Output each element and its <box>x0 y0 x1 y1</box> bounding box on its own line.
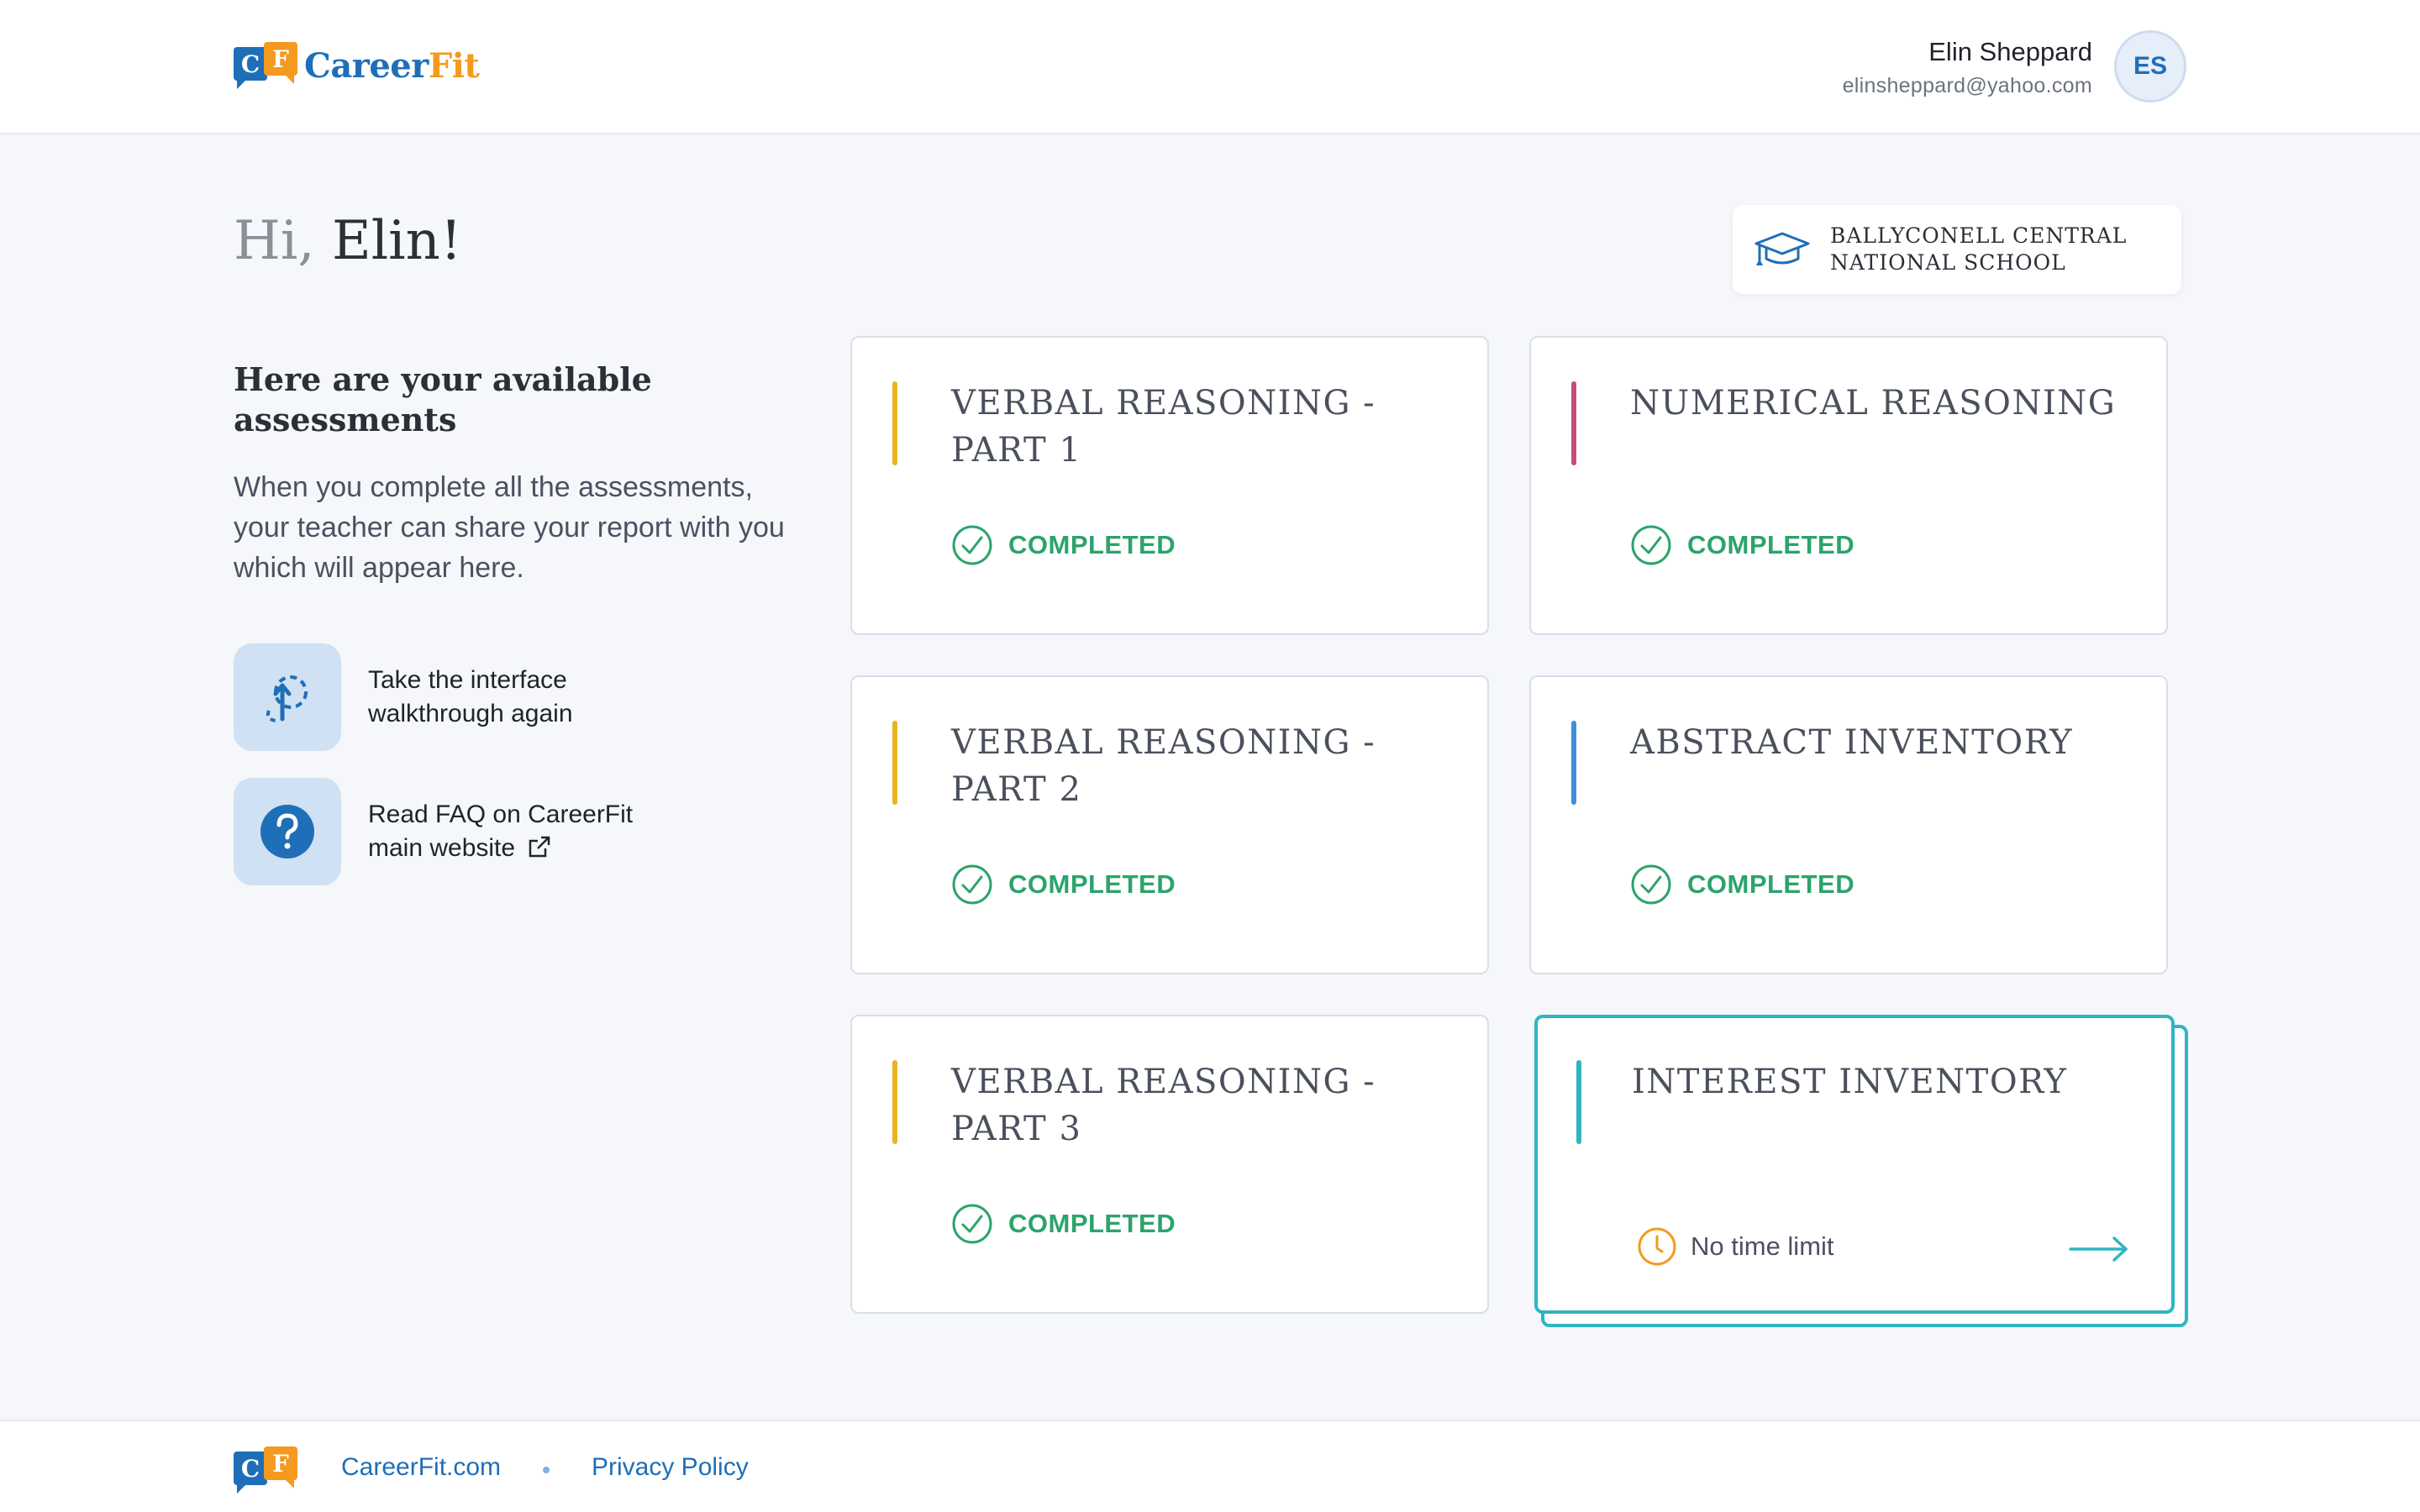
faq-action[interactable]: Read FAQ on CareerFit main website <box>234 778 687 885</box>
card-status-text: COMPLETED <box>1687 869 1855 899</box>
assessment-card-verbal-1[interactable]: VERBAL REASONING - PART 1 COMPLETED <box>850 336 1489 635</box>
school-badge: BALLYCONELL CENTRAL NATIONAL SCHOOL <box>1733 205 2181 294</box>
logo-c: C <box>234 47 267 89</box>
assessment-card-interest[interactable]: INTEREST INVENTORY No time limit <box>1534 1015 2175 1314</box>
user-info: Elin Sheppard elinsheppard@yahoo.com <box>1843 37 2092 98</box>
assessment-card-abstract[interactable]: ABSTRACT INVENTORY COMPLETED <box>1529 675 2168 974</box>
walkthrough-action[interactable]: Take the interface walkthrough again <box>234 643 687 751</box>
card-accent-bar <box>1571 381 1576 465</box>
greeting: Hi, Elin! <box>234 210 462 272</box>
logo-mark: C F <box>234 42 301 89</box>
card-title: VERBAL REASONING - PART 2 <box>951 723 1376 809</box>
card-title: VERBAL REASONING - PART 1 <box>951 384 1376 470</box>
card-time-text: No time limit <box>1691 1231 1834 1261</box>
card-time: No time limit <box>1637 1226 1834 1267</box>
logo-text-career: Career <box>304 45 429 86</box>
logo-c: C <box>234 1452 267 1494</box>
intro-text: When you complete all the assessments, y… <box>234 471 785 584</box>
graduation-cap-icon <box>1754 232 1810 265</box>
faq-tile[interactable] <box>234 778 341 885</box>
footer: C F CareerFit.com Privacy Policy <box>0 1420 2420 1512</box>
card-status: COMPLETED <box>951 524 1176 566</box>
card-status-text: COMPLETED <box>1008 869 1176 899</box>
logo-f: F <box>264 1446 297 1488</box>
intro-title: Here are your available assessments <box>234 360 652 438</box>
card-accent-bar <box>892 381 897 465</box>
school-name: BALLYCONELL CENTRAL NATIONAL SCHOOL <box>1830 223 2128 275</box>
header: C F CareerFit Elin Sheppard elinsheppard… <box>0 0 2420 134</box>
card-title: VERBAL REASONING - PART 3 <box>951 1063 1376 1148</box>
logo-text-fit: Fit <box>428 45 480 86</box>
card-accent-bar <box>1571 721 1576 805</box>
assessment-card-numerical[interactable]: NUMERICAL REASONING COMPLETED <box>1529 336 2168 635</box>
walkthrough-icon <box>266 675 308 722</box>
check-circle-icon <box>952 525 992 565</box>
card-status: COMPLETED <box>951 864 1176 906</box>
card-accent-bar <box>892 721 897 805</box>
card-status-text: COMPLETED <box>1008 1209 1176 1238</box>
walkthrough-label[interactable]: Take the interface walkthrough again <box>368 664 687 731</box>
card-status-text: COMPLETED <box>1687 530 1855 559</box>
user-name: Elin Sheppard <box>1928 37 2092 66</box>
card-title: ABSTRACT INVENTORY <box>1630 723 2074 762</box>
faq-label-text: Read FAQ on CareerFit main website <box>368 801 634 862</box>
card-title: INTEREST INVENTORY <box>1632 1063 2068 1101</box>
assessment-card-verbal-3[interactable]: VERBAL REASONING - PART 3 COMPLETED <box>850 1015 1489 1314</box>
question-icon <box>260 805 314 858</box>
clock-icon <box>1638 1227 1676 1266</box>
assessment-card-verbal-2[interactable]: VERBAL REASONING - PART 2 COMPLETED <box>850 675 1489 974</box>
card-status: COMPLETED <box>951 1203 1176 1245</box>
walkthrough-tile[interactable] <box>234 643 341 751</box>
user-email: elinsheppard@yahoo.com <box>1842 74 2092 97</box>
avatar[interactable]: ES <box>2114 30 2186 102</box>
arrow-right-icon[interactable] <box>2069 1235 2129 1263</box>
check-circle-icon <box>1631 525 1671 565</box>
footer-logo-mark[interactable]: C F <box>234 1446 301 1494</box>
check-circle-icon <box>952 1204 992 1244</box>
careerfit-logo[interactable]: C F CareerFit <box>234 42 480 89</box>
card-status: COMPLETED <box>1630 524 1854 566</box>
check-circle-icon <box>1631 864 1671 905</box>
logo-text: CareerFit <box>304 45 480 86</box>
faq-label[interactable]: Read FAQ on CareerFit main website <box>368 798 687 865</box>
external-link-icon <box>529 836 550 858</box>
logo-f: F <box>264 42 297 84</box>
check-circle-icon <box>952 864 992 905</box>
card-accent-bar <box>1576 1060 1581 1144</box>
card-accent-bar <box>892 1060 897 1144</box>
greeting-name: Elin! <box>331 210 462 272</box>
card-status-text: COMPLETED <box>1008 530 1176 559</box>
card-status: COMPLETED <box>1630 864 1854 906</box>
greeting-hi: Hi, <box>234 210 315 272</box>
card-title: NUMERICAL REASONING <box>1630 384 2117 423</box>
footer-separator <box>543 1467 550 1473</box>
footer-privacy-link[interactable]: Privacy Policy <box>592 1453 749 1482</box>
footer-site-link[interactable]: CareerFit.com <box>341 1453 501 1482</box>
